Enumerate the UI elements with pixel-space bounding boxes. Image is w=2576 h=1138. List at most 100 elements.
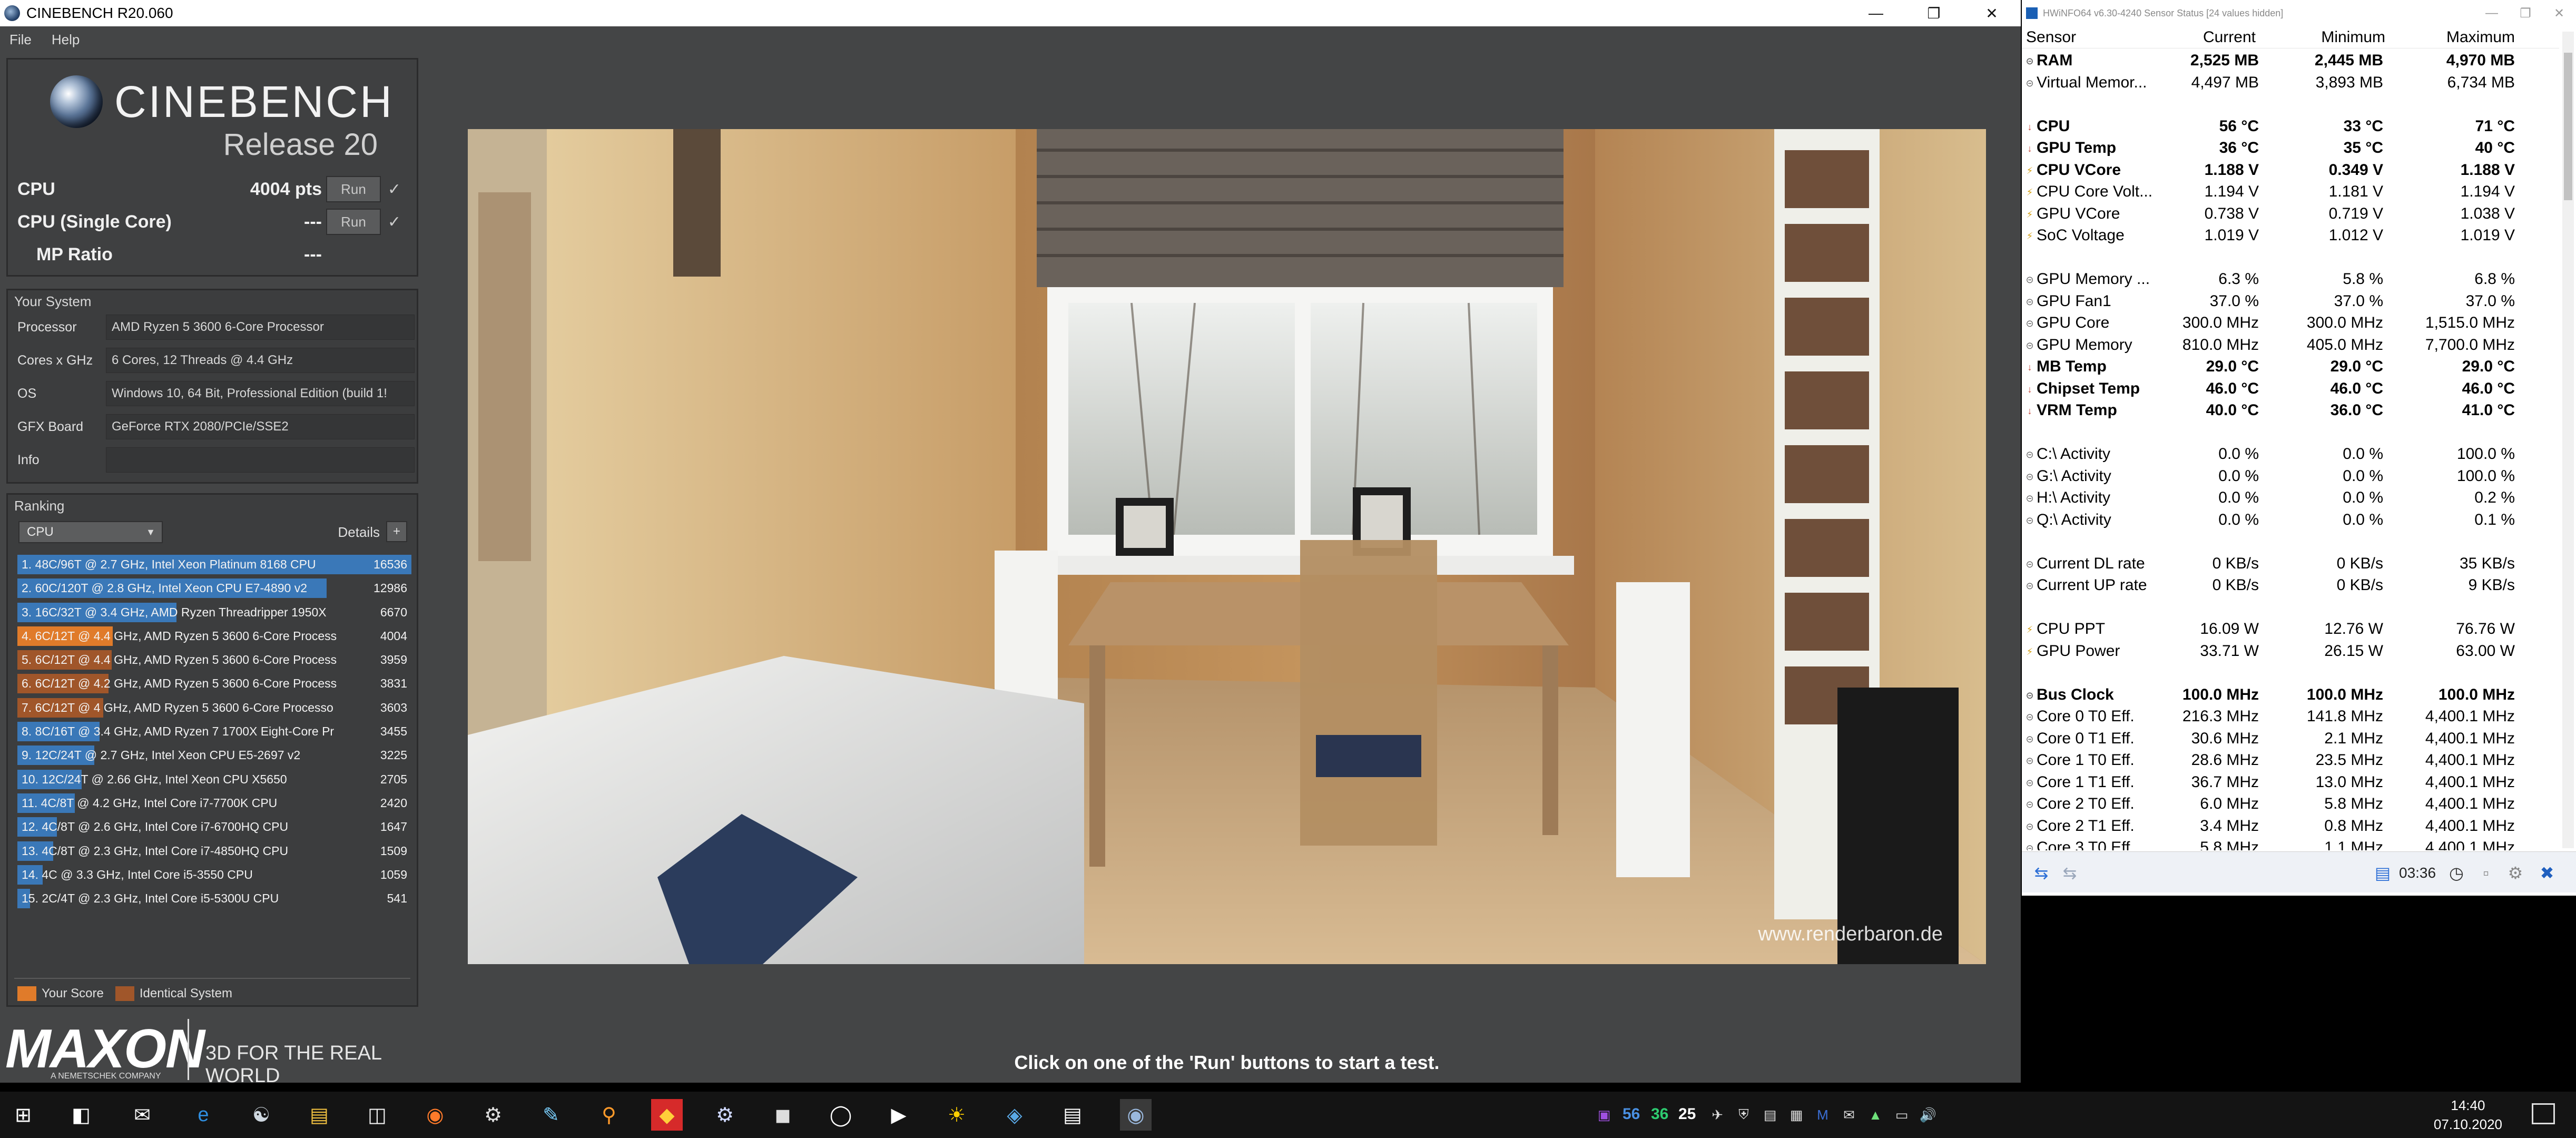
network-app-icon[interactable]: ☯ bbox=[245, 1099, 277, 1131]
ranking-row[interactable]: 3. 16C/32T @ 3.4 GHz, AMD Ryzen Threadri… bbox=[17, 601, 411, 624]
store-icon[interactable]: ◫ bbox=[361, 1099, 393, 1131]
ranking-row[interactable]: 15. 2C/4T @ 2.3 GHz, Intel Core i5-5300U… bbox=[17, 887, 411, 910]
edge-browser-icon[interactable]: e bbox=[188, 1099, 219, 1131]
sun-app-icon[interactable]: ☀ bbox=[941, 1099, 972, 1131]
media-player-icon[interactable]: ▶ bbox=[883, 1099, 915, 1131]
cpu-check-icon[interactable]: ✓ bbox=[388, 180, 401, 199]
sensor-row[interactable]: ⊝ GPU Fan1 37.0 % 37.0 % 37.0 % bbox=[2022, 290, 2559, 312]
hwinfo-minimize-button[interactable]: — bbox=[2475, 0, 2509, 26]
app-circle-icon[interactable]: ◯ bbox=[825, 1099, 857, 1131]
menu-file[interactable]: File bbox=[9, 32, 32, 48]
minimize-button[interactable]: — bbox=[1847, 0, 1905, 26]
details-button[interactable]: + bbox=[386, 521, 407, 542]
sensor-row[interactable]: ⚡ CPU PPT 16.09 W 12.76 W 76.76 W bbox=[2022, 618, 2559, 640]
steam-icon[interactable]: ⚙ bbox=[709, 1099, 741, 1131]
clock-icon[interactable]: ◷ bbox=[2443, 862, 2470, 884]
ranking-row[interactable]: 4. 6C/12T @ 4.4 GHz, AMD Ryzen 5 3600 6-… bbox=[17, 624, 411, 648]
sensor-row[interactable]: ⊝ Core 3 T0 Eff. 5.8 MHz 1.1 MHz 4,400.1 MHz bbox=[2022, 837, 2559, 850]
column-header-maximum[interactable]: Maximum bbox=[2446, 28, 2515, 46]
app-icon[interactable]: ◆ bbox=[651, 1099, 683, 1131]
task-view-icon[interactable]: ◧ bbox=[65, 1099, 97, 1131]
nav-arrows-icon[interactable]: ⇆ bbox=[2028, 862, 2054, 884]
ranking-row[interactable]: 12. 4C/8T @ 2.6 GHz, Intel Core i7-6700H… bbox=[17, 815, 411, 839]
sensor-row[interactable]: ⊝ Q:\ Activity 0.0 % 0.0 % 0.1 % bbox=[2022, 509, 2559, 531]
report-icon[interactable]: ▫ bbox=[2473, 862, 2499, 884]
sensor-row[interactable]: ⊝ C:\ Activity 0.0 % 0.0 % 100.0 % bbox=[2022, 443, 2559, 465]
cpu-run-button[interactable]: Run bbox=[326, 176, 381, 202]
nav-arrows-secondary-icon[interactable]: ⇆ bbox=[2057, 862, 2083, 884]
ranking-row[interactable]: 2. 60C/120T @ 2.8 GHz, Intel Xeon CPU E7… bbox=[17, 576, 411, 600]
sensor-row[interactable]: ⊝ H:\ Activity 0.0 % 0.0 % 0.2 % bbox=[2022, 487, 2559, 509]
sensor-row[interactable]: ↓ CPU 56 °C 33 °C 71 °C bbox=[2022, 115, 2559, 138]
sensor-row[interactable]: ⊝ GPU Core 300.0 MHz 300.0 MHz 1,515.0 MHz bbox=[2022, 312, 2559, 334]
restore-button[interactable]: ❐ bbox=[1905, 0, 1963, 26]
sensor-row[interactable]: ↓ MB Temp 29.0 °C 29.0 °C 29.0 °C bbox=[2022, 356, 2559, 378]
ranking-row[interactable]: 8. 8C/16T @ 3.4 GHz, AMD Ryzen 7 1700X E… bbox=[17, 720, 411, 743]
scrollbar-thumb[interactable] bbox=[2564, 53, 2572, 200]
search-tool-icon[interactable]: ⚲ bbox=[593, 1099, 625, 1131]
sensor-row[interactable]: ⊝ Core 2 T0 Eff. 6.0 MHz 5.8 MHz 4,400.1 MHz bbox=[2022, 793, 2559, 815]
sensor-row[interactable]: ⚡ GPU Power 33.71 W 26.15 W 63.00 W bbox=[2022, 640, 2559, 662]
sensor-row[interactable]: ⊝ Current DL rate 0 KB/s 0 KB/s 35 KB/s bbox=[2022, 553, 2559, 575]
firefox-icon[interactable]: ◉ bbox=[419, 1099, 451, 1131]
column-header-current[interactable]: Current bbox=[2203, 28, 2256, 46]
ranking-row[interactable]: 9. 12C/24T @ 2.7 GHz, Intel Xeon CPU E5-… bbox=[17, 743, 411, 767]
sensor-row[interactable]: ⊝ Virtual Memor... 4,497 MB 3,893 MB 6,734 M… bbox=[2022, 72, 2559, 94]
sensor-row[interactable]: ⊝ Bus Clock 100.0 MHz 100.0 MHz 100.0 MHz bbox=[2022, 684, 2559, 706]
sensor-list-scrollbar[interactable] bbox=[2562, 32, 2574, 848]
hwinfo-close-button[interactable]: ✕ bbox=[2542, 0, 2576, 26]
system-clock[interactable]: 14:40 07.10.2020 bbox=[2434, 1096, 2502, 1134]
sensor-row[interactable]: ↓ Chipset Temp 46.0 °C 46.0 °C 46.0 °C bbox=[2022, 378, 2559, 400]
hwinfo-restore-button[interactable]: ❐ bbox=[2509, 0, 2542, 26]
notification-center-icon[interactable] bbox=[2532, 1103, 2555, 1124]
ranking-row[interactable]: 13. 4C/8T @ 2.3 GHz, Intel Core i7-4850H… bbox=[17, 839, 411, 863]
diamond-app-icon[interactable]: ◈ bbox=[999, 1099, 1030, 1131]
sensor-row[interactable]: ⊝ Core 1 T0 Eff. 28.6 MHz 23.5 MHz 4,400.1 M… bbox=[2022, 749, 2559, 771]
ranking-row[interactable]: 10. 12C/24T @ 2.66 GHz, Intel Xeon CPU X… bbox=[17, 768, 411, 791]
settings-gear-icon[interactable]: ⚙ bbox=[2502, 862, 2529, 884]
volume-icon[interactable]: 🔊 bbox=[1912, 1099, 1944, 1131]
settings-icon[interactable]: ⚙ bbox=[477, 1099, 509, 1131]
info-field[interactable] bbox=[106, 447, 415, 473]
mail-icon[interactable]: ✉ bbox=[126, 1099, 158, 1131]
close-button[interactable]: ✕ bbox=[1963, 0, 2021, 26]
notepad-icon[interactable]: ✎ bbox=[535, 1099, 567, 1131]
close-sensors-icon[interactable]: ✖ bbox=[2534, 862, 2560, 884]
tray-gpu-temp[interactable]: 36 bbox=[1651, 1105, 1668, 1123]
cinebench-taskbar-icon[interactable]: ◉ bbox=[1120, 1099, 1152, 1131]
ranking-row[interactable]: 1. 48C/96T @ 2.7 GHz, Intel Xeon Platinu… bbox=[17, 553, 411, 576]
tray-app-icon[interactable]: ▣ bbox=[1588, 1099, 1620, 1131]
ranking-row[interactable]: 5. 6C/12T @ 4.4 GHz, AMD Ryzen 5 3600 6-… bbox=[17, 648, 411, 672]
ranking-row[interactable]: 6. 6C/12T @ 4.2 GHz, AMD Ryzen 5 3600 6-… bbox=[17, 672, 411, 695]
ranking-type-select[interactable]: CPU ▼ bbox=[18, 521, 163, 543]
sensor-row[interactable]: ⊝ Current UP rate 0 KB/s 0 KB/s 9 KB/s bbox=[2022, 574, 2559, 596]
sensor-row[interactable]: ⊝ G:\ Activity 0.0 % 0.0 % 100.0 % bbox=[2022, 465, 2559, 487]
single-core-check-icon[interactable]: ✓ bbox=[388, 213, 401, 231]
sensor-row[interactable]: ↓ VRM Temp 40.0 °C 36.0 °C 41.0 °C bbox=[2022, 399, 2559, 421]
ranking-row[interactable]: 11. 4C/8T @ 4.2 GHz, Intel Core i7-7700K… bbox=[17, 791, 411, 815]
column-header-sensor[interactable]: Sensor bbox=[2026, 28, 2076, 46]
column-header-minimum[interactable]: Minimum bbox=[2321, 28, 2385, 46]
sensor-row[interactable]: ⊝ GPU Memory ... 6.3 % 5.8 % 6.8 % bbox=[2022, 268, 2559, 290]
sensor-row[interactable]: ⚡ CPU VCore 1.188 V 0.349 V 1.188 V bbox=[2022, 159, 2559, 181]
sensor-row[interactable]: ⚡ GPU VCore 0.738 V 0.719 V 1.038 V bbox=[2022, 203, 2559, 225]
hwinfo-taskbar-icon[interactable]: ▤ bbox=[1057, 1099, 1088, 1131]
single-core-run-button[interactable]: Run bbox=[326, 209, 381, 235]
sensor-row[interactable]: ⚡ CPU Core Volt... 1.194 V 1.181 V 1.194 V bbox=[2022, 181, 2559, 203]
ranking-row[interactable]: 14. 4C @ 3.3 GHz, Intel Core i5-3550 CPU… bbox=[17, 863, 411, 887]
sensor-row[interactable]: ⊝ GPU Memory 810.0 MHz 405.0 MHz 7,700.0 MHz bbox=[2022, 334, 2559, 356]
tray-cpu-temp[interactable]: 56 bbox=[1623, 1105, 1640, 1123]
sensor-row[interactable]: ⊝ RAM 2,525 MB 2,445 MB 4,970 MB bbox=[2022, 50, 2559, 72]
network-icon[interactable]: ▤ bbox=[2369, 862, 2396, 884]
sensor-row[interactable]: ↓ GPU Temp 36 °C 35 °C 40 °C bbox=[2022, 137, 2559, 159]
hardware-tool-icon[interactable]: ◼ bbox=[767, 1099, 799, 1131]
windows-start-icon[interactable]: ⊞ bbox=[7, 1099, 39, 1131]
sensor-row[interactable]: ⊝ Core 0 T0 Eff. 216.3 MHz 141.8 MHz 4,400.1… bbox=[2022, 705, 2559, 728]
sensor-row[interactable]: ⊝ Core 1 T1 Eff. 36.7 MHz 13.0 MHz 4,400.1 M… bbox=[2022, 771, 2559, 793]
tray-value[interactable]: 25 bbox=[1678, 1105, 1696, 1123]
sensor-row[interactable]: ⊝ Core 2 T1 Eff. 3.4 MHz 0.8 MHz 4,400.1 MHz bbox=[2022, 815, 2559, 837]
sensor-row[interactable]: ⊝ Core 0 T1 Eff. 30.6 MHz 2.1 MHz 4,400.1 MH… bbox=[2022, 728, 2559, 750]
menu-help[interactable]: Help bbox=[52, 32, 80, 48]
ranking-row[interactable]: 7. 6C/12T @ 4 GHz, AMD Ryzen 5 3600 6-Co… bbox=[17, 696, 411, 720]
file-explorer-icon[interactable]: ▤ bbox=[303, 1099, 335, 1131]
